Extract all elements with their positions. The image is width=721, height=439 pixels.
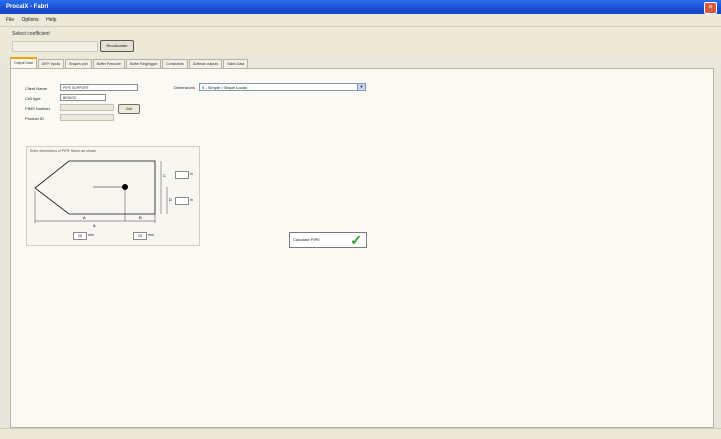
dim-label-c: C xyxy=(163,173,166,178)
d-value-combo[interactable] xyxy=(175,197,189,205)
dimensions-combo[interactable]: 5 - Simple / Shape Loads ▼ xyxy=(199,83,366,91)
coefficient-input[interactable] xyxy=(12,41,98,52)
pipe-diagram: A B C D A xyxy=(34,160,172,228)
tab-output-data[interactable]: Output Data xyxy=(10,57,37,68)
tab-buffer-ringleggar[interactable]: Buffer Ringleggar xyxy=(125,59,162,68)
close-button[interactable]: × xyxy=(704,2,717,14)
dimensions-label: Dimensions xyxy=(174,85,195,90)
menu-file[interactable]: File xyxy=(6,14,14,26)
pims-number-label: PIMS Number xyxy=(25,106,51,111)
a-unit-label: mm xyxy=(88,233,94,237)
title-bar: ProcalX - Fabri × xyxy=(0,0,721,14)
c-value-combo[interactable] xyxy=(175,171,189,179)
tab-softmax-outputs[interactable]: Softmax outputs xyxy=(188,59,223,68)
checkmark-icon: ✓ xyxy=(350,232,362,248)
menu-bar: File Options Help xyxy=(0,14,721,27)
b-value-combo[interactable]: 25 xyxy=(133,232,147,240)
b-unit-label: mm xyxy=(148,233,154,237)
cell-type-label: Cell type xyxy=(25,96,41,101)
tab-buffer-pressure[interactable]: Buffer Pressure xyxy=(92,59,125,68)
cell-type-field[interactable]: BRIDGE xyxy=(60,94,106,101)
d-unit-label: m xyxy=(190,198,193,202)
pims-number-field[interactable] xyxy=(60,104,114,111)
dimensions-combo-value: 5 - Simple / Shape Loads xyxy=(202,85,247,90)
client-name-field[interactable]: PIPE SUPPORT xyxy=(60,84,138,91)
menu-options[interactable]: Options xyxy=(21,14,38,26)
dim-label-d: D xyxy=(169,197,172,202)
product-id-label: Product ID xyxy=(25,116,44,121)
center-point xyxy=(122,184,128,190)
a-value-combo[interactable]: 25 xyxy=(73,232,87,240)
chevron-down-icon[interactable]: ▼ xyxy=(357,84,365,90)
menu-help[interactable]: Help xyxy=(46,14,56,26)
pipe-diagram-group: Enter dimensions of PIPE fixture as show… xyxy=(26,146,200,246)
window-title: ProcalX - Fabri xyxy=(6,4,49,10)
tab-panel xyxy=(10,68,714,428)
product-id-field[interactable] xyxy=(60,114,114,121)
dim-label-b: B xyxy=(139,215,142,220)
status-bar xyxy=(0,428,721,439)
client-name-label: Client Name xyxy=(25,86,48,91)
dim-label-a2: A xyxy=(93,223,96,228)
recalculate-button[interactable]: Recalculate xyxy=(100,40,134,52)
calculate-pipe-label: Calculate PIPE xyxy=(293,237,320,242)
pipe-outline-shape xyxy=(34,160,156,215)
tab-shapes-plot[interactable]: Shapes plot xyxy=(65,59,92,68)
tab-constraints[interactable]: Constraints xyxy=(162,59,188,68)
toolbar-label: Select coefficient xyxy=(12,31,50,37)
toolbar: Select coefficient Recalculate xyxy=(0,27,721,57)
get-button[interactable]: Get xyxy=(118,104,140,114)
tab-strip: Output Data DIFF Inputs Shapes plot Buff… xyxy=(10,57,710,68)
dim-label-a: A xyxy=(83,215,86,220)
tab-diff-inputs[interactable]: DIFF Inputs xyxy=(37,59,65,68)
tab-sales-data[interactable]: Sales Data xyxy=(223,59,249,68)
calculate-pipe-button[interactable]: Calculate PIPE ✓ xyxy=(289,232,367,248)
c-unit-label: m xyxy=(190,172,193,176)
